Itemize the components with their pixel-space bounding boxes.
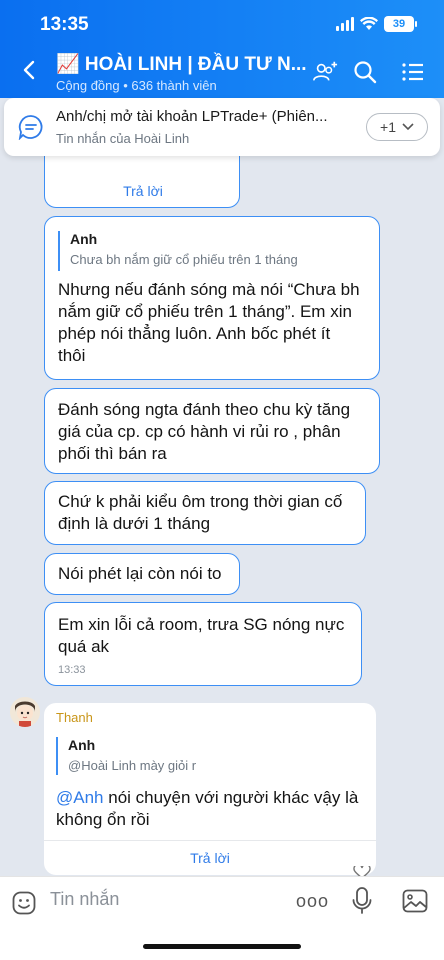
quoted-message[interactable]: Anh Chưa bh nắm giữ cổ phiếu trên 1 thán… [58, 231, 298, 271]
status-time: 13:35 [40, 14, 89, 35]
reply-button[interactable]: Trả lời [45, 183, 241, 199]
message-line: @Anh nói chuyện với người khác vậy là [56, 787, 358, 809]
message-bubble: Trả lời [44, 150, 240, 208]
status-icons: 39 [336, 16, 417, 32]
message-line: Nhưng nếu đánh sóng mà nói “Chưa bh [58, 280, 360, 299]
message-text: Đánh sóng ngta đánh theo chu kỳ tăng giá… [58, 399, 350, 465]
message-bubble: Chứ k phải kiểu ôm trong thời gian cố đị… [44, 481, 366, 545]
pinned-subtitle: Tin nhắn của Hoài Linh [56, 131, 190, 146]
image-icon[interactable] [402, 889, 428, 913]
message-line: định là dưới 1 tháng [58, 514, 211, 533]
message-text: Em xin lỗi cả room, trưa SG nóng nực quá… [58, 614, 344, 658]
back-icon[interactable] [18, 58, 42, 82]
message-text: Nói phét lại còn nói to [58, 564, 222, 583]
pinned-more-button[interactable]: +1 [366, 113, 428, 141]
signal-icon [336, 17, 354, 31]
quote-text: @Hoài Linh mày giỏi r [68, 758, 197, 773]
message-fragment: nói chuyện với người khác vậy là [103, 788, 359, 807]
sender-name[interactable]: Thanh [56, 710, 93, 725]
message-line: thôi [58, 346, 86, 365]
chevron-down-icon [402, 123, 414, 131]
home-indicator [143, 944, 301, 949]
divider [44, 840, 376, 841]
message-bubble: Em xin lỗi cả room, trưa SG nóng nực quá… [44, 602, 362, 686]
emoji-icon[interactable] [12, 891, 36, 915]
pinned-title: Anh/chị mở tài khoản LPTrade+ (Phiên... [56, 108, 328, 125]
avatar[interactable] [10, 697, 40, 727]
microphone-icon[interactable] [352, 887, 372, 915]
message-line: giá của cp. cp có hành vi rủi ro , phân [58, 422, 341, 441]
menu-icon[interactable] [400, 60, 426, 84]
message-text: Nhưng nếu đánh sóng mà nói “Chưa bh nắm … [58, 279, 374, 367]
avatar-image [15, 701, 35, 727]
message-line: Chứ k phải kiểu ôm trong thời gian cố [58, 492, 343, 511]
message-line: Em xin lỗi cả room, trưa SG nóng nực [58, 615, 345, 634]
quote-author: Anh [68, 737, 96, 753]
message-bubble: Thanh Anh @Hoài Linh mày giỏi r @Anh nói… [44, 703, 376, 875]
message-line: phép nói thẳng luôn. Anh bốc phét ít [58, 324, 331, 343]
more-options-icon[interactable]: ooo [296, 891, 329, 912]
message-bubble: Nói phét lại còn nói to [44, 553, 240, 595]
quote-text: Chưa bh nắm giữ cổ phiếu trên 1 tháng [70, 252, 298, 267]
chat-header: 13:35 39 📈 HOÀI LINH | ĐẦU TƯ N... Cộng … [0, 0, 444, 98]
message-line: phối thì bán ra [58, 444, 167, 463]
message-timestamp: 13:33 [58, 664, 86, 676]
message-line: không ổn rồi [56, 810, 150, 829]
pinned-message[interactable]: Anh/chị mở tài khoản LPTrade+ (Phiên... … [4, 98, 440, 156]
wifi-icon [360, 17, 378, 30]
quote-author: Anh [70, 231, 98, 247]
quoted-message[interactable]: Anh @Hoài Linh mày giỏi r [56, 737, 196, 775]
group-subtitle: Cộng đồng • 636 thành viên [56, 78, 217, 93]
battery-icon: 39 [384, 16, 417, 32]
pinned-count: +1 [380, 119, 396, 135]
mention-link[interactable]: @Anh [56, 788, 104, 807]
message-text: @Anh nói chuyện với người khác vậy là kh… [56, 787, 358, 831]
add-member-icon[interactable] [312, 60, 338, 84]
message-bubble: Đánh sóng ngta đánh theo chu kỳ tăng giá… [44, 388, 380, 474]
message-line: nắm giữ cổ phiếu trên 1 tháng”. Em xin [58, 302, 352, 321]
group-title[interactable]: 📈 HOÀI LINH | ĐẦU TƯ N... [56, 52, 307, 76]
chat-bubble-icon [18, 115, 43, 140]
message-bubble: Anh Chưa bh nắm giữ cổ phiếu trên 1 thán… [44, 216, 380, 380]
reply-button[interactable]: Trả lời [44, 850, 376, 866]
status-bar: 13:35 39 [0, 12, 444, 40]
message-line: quá ak [58, 637, 110, 656]
message-line: Đánh sóng ngta đánh theo chu kỳ tăng [58, 400, 351, 419]
message-text: Chứ k phải kiểu ôm trong thời gian cố đị… [58, 491, 342, 535]
search-icon[interactable] [352, 60, 378, 84]
message-input[interactable]: Tin nhắn [50, 889, 119, 910]
